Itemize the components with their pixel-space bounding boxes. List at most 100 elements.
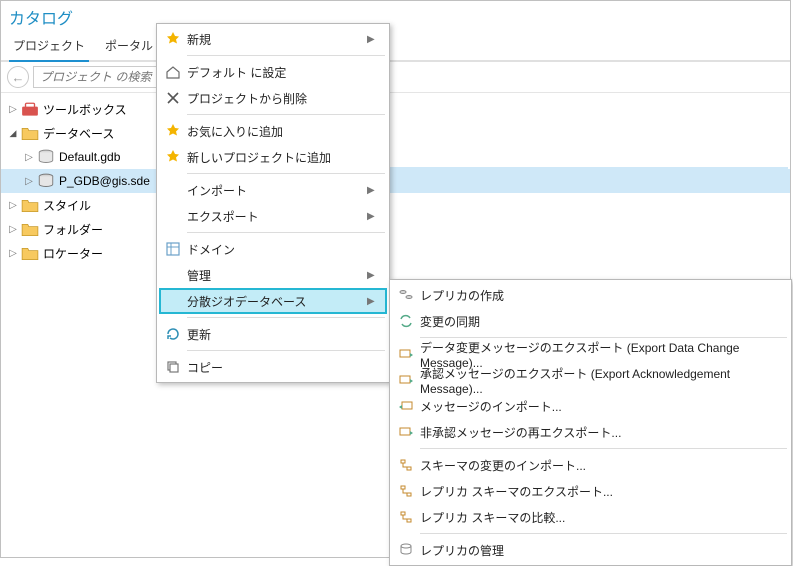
menu-add-new-project[interactable]: 新しいプロジェクトに追加 — [159, 144, 387, 170]
submenu-import-message[interactable]: メッセージのインポート... — [392, 393, 789, 419]
menu-separator — [187, 232, 385, 233]
menu-refresh[interactable]: 更新 — [159, 321, 387, 347]
chevron-right-icon: ▶ — [367, 211, 379, 222]
database-folder-icon — [21, 125, 39, 141]
menu-separator — [420, 533, 787, 534]
submenu-export-ack[interactable]: 承認メッセージのエクスポート (Export Acknowledgement M… — [392, 367, 789, 393]
menu-remove-from-project[interactable]: プロジェクトから削除 — [159, 85, 387, 111]
menu-label: スキーマの変更のインポート... — [420, 457, 781, 474]
menu-import[interactable]: インポート ▶ — [159, 177, 387, 203]
tree-folders[interactable]: フォルダー — [1, 217, 790, 241]
expand-icon[interactable] — [23, 152, 35, 163]
submenu-manage-replica[interactable]: レプリカの管理 — [392, 537, 789, 563]
menu-label: 管理 — [187, 267, 367, 284]
tab-portal[interactable]: ポータル — [95, 33, 163, 60]
submenu-distributed-gdb: レプリカの作成 変更の同期 データ変更メッセージのエクスポート (Export … — [389, 279, 792, 566]
expand-icon[interactable] — [7, 104, 19, 115]
menu-label: インポート — [187, 182, 367, 199]
menu-distributed-gdb[interactable]: 分散ジオデータベース ▶ — [159, 288, 387, 314]
sde-connection-icon — [37, 173, 55, 189]
menu-copy[interactable]: コピー — [159, 354, 387, 380]
chevron-right-icon: ▶ — [367, 270, 379, 281]
submenu-create-replica[interactable]: レプリカの作成 — [392, 282, 789, 308]
toolbox-icon — [21, 101, 39, 117]
tree-default-gdb[interactable]: Default.gdb — [1, 145, 790, 169]
menu-label: デフォルト に設定 — [187, 64, 367, 81]
submenu-reexport-unack[interactable]: 非承認メッセージの再エクスポート... — [392, 419, 789, 445]
menu-manage[interactable]: 管理 ▶ — [159, 262, 387, 288]
styles-folder-icon — [21, 197, 39, 213]
chevron-right-icon: ▶ — [367, 34, 379, 45]
menu-separator — [420, 448, 787, 449]
new-icon — [159, 31, 187, 47]
menu-label: レプリカの作成 — [420, 287, 781, 304]
export-ack-icon — [392, 372, 420, 388]
home-icon — [159, 64, 187, 80]
tree-label: P_GDB@gis.sde — [59, 174, 150, 188]
catalog-tree: ツールボックス データベース Default.gdb P_GDB@gis.sde… — [1, 93, 790, 269]
menu-separator — [187, 55, 385, 56]
back-button[interactable]: ← — [7, 66, 29, 88]
expand-icon[interactable] — [7, 200, 19, 211]
tree-locators[interactable]: ロケーター — [1, 241, 790, 265]
tree-pgdb-sde[interactable]: P_GDB@gis.sde — [1, 169, 790, 193]
submenu-export-replica-schema[interactable]: レプリカ スキーマのエクスポート... — [392, 478, 789, 504]
submenu-sync-changes[interactable]: 変更の同期 — [392, 308, 789, 334]
chevron-right-icon: ▶ — [367, 296, 379, 307]
menu-label: 承認メッセージのエクスポート (Export Acknowledgement M… — [420, 365, 781, 396]
menu-label: 変更の同期 — [420, 313, 781, 330]
schema-export-icon — [392, 483, 420, 499]
menu-label: 更新 — [187, 326, 367, 343]
expand-icon[interactable] — [7, 248, 19, 259]
expand-icon[interactable] — [23, 176, 35, 187]
menu-domain[interactable]: ドメイン — [159, 236, 387, 262]
menu-label: 新しいプロジェクトに追加 — [187, 149, 367, 166]
menu-label: 新規 — [187, 31, 367, 48]
tab-project[interactable]: プロジェクト — [3, 33, 95, 60]
export-message-icon — [392, 346, 420, 362]
menu-label: プロジェクトから削除 — [187, 90, 367, 107]
locators-folder-icon — [21, 245, 39, 261]
submenu-import-schema[interactable]: スキーマの変更のインポート... — [392, 452, 789, 478]
menu-label: レプリカ スキーマのエクスポート... — [420, 483, 781, 500]
tree-label: スタイル — [43, 197, 91, 214]
schema-import-icon — [392, 457, 420, 473]
menu-label: 分散ジオデータベース — [187, 293, 367, 310]
geodatabase-icon — [37, 149, 55, 165]
tree-databases[interactable]: データベース — [1, 121, 790, 145]
menu-label: メッセージのインポート... — [420, 398, 781, 415]
schema-compare-icon — [392, 509, 420, 525]
menu-new[interactable]: 新規 ▶ — [159, 26, 387, 52]
sync-icon — [392, 313, 420, 329]
menu-export[interactable]: エクスポート ▶ — [159, 203, 387, 229]
refresh-icon — [159, 326, 187, 342]
back-arrow-icon: ← — [12, 70, 25, 85]
expand-icon[interactable] — [7, 224, 19, 235]
menu-label: お気に入りに追加 — [187, 123, 367, 140]
submenu-compare-replica-schema[interactable]: レプリカ スキーマの比較... — [392, 504, 789, 530]
menu-separator — [187, 317, 385, 318]
menu-label: コピー — [187, 359, 367, 376]
submenu-export-datachange[interactable]: データ変更メッセージのエクスポート (Export Data Change Me… — [392, 341, 789, 367]
manage-replica-icon — [392, 542, 420, 558]
domain-icon — [159, 241, 187, 257]
tree-label: ツールボックス — [43, 101, 127, 118]
menu-add-favorites[interactable]: お気に入りに追加 — [159, 118, 387, 144]
copy-icon — [159, 359, 187, 375]
menu-label: エクスポート — [187, 208, 367, 225]
tree-styles[interactable]: スタイル — [1, 193, 790, 217]
folder-icon — [21, 221, 39, 237]
tree-toolboxes[interactable]: ツールボックス — [1, 97, 790, 121]
panel-title: カタログ — [1, 1, 790, 31]
tree-label: ロケーター — [43, 245, 103, 262]
tree-label: Default.gdb — [59, 150, 120, 164]
collapse-icon[interactable] — [7, 128, 19, 139]
chevron-right-icon: ▶ — [367, 185, 379, 196]
menu-label: 非承認メッセージの再エクスポート... — [420, 424, 781, 441]
menu-label: レプリカ スキーマの比較... — [420, 509, 781, 526]
menu-separator — [187, 173, 385, 174]
star-icon — [159, 123, 187, 139]
tree-label: データベース — [43, 125, 114, 142]
menu-separator — [187, 350, 385, 351]
menu-set-default[interactable]: デフォルト に設定 — [159, 59, 387, 85]
